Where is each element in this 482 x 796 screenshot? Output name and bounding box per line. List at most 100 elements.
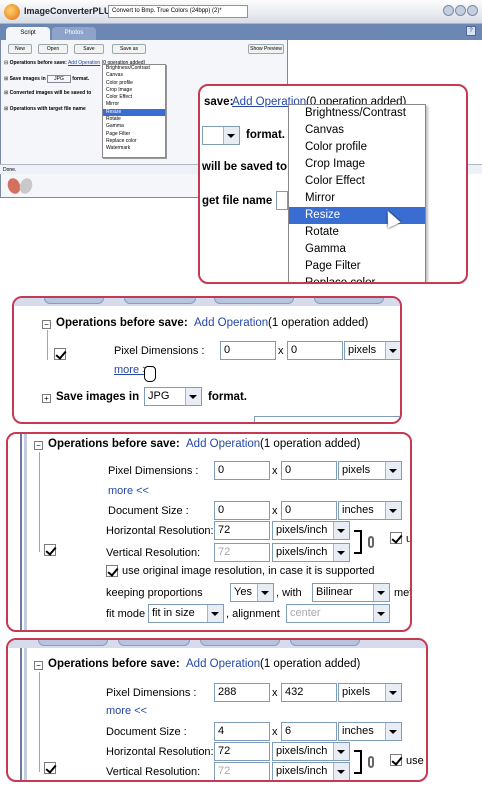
pixel-width-input[interactable]: 0 [214,461,270,480]
pixel-unit-select[interactable]: pixels [344,341,400,360]
pixel-width-input[interactable]: 0 [220,341,276,360]
hres-label: Horizontal Resolution: [106,525,214,537]
operation-enable-checkbox[interactable] [44,544,56,556]
mini-menu-item[interactable]: Gamma [103,123,165,130]
add-operation-link[interactable]: Add Operation [186,658,260,670]
pixel-height-input[interactable]: 432 [281,683,337,702]
mini-target-row: ⊞ Operations with target file name [4,106,86,112]
doc-unit-select[interactable]: inches [338,501,402,520]
pixel-unit-value: pixels [348,344,377,356]
add-operation-link[interactable]: Add Operation [194,317,268,329]
menu-item[interactable]: Color Effect [289,173,425,190]
hres-unit-select[interactable]: pixels/inch [272,521,350,540]
pixel-height-input[interactable]: 0 [287,341,343,360]
menu-item[interactable]: Crop Image [289,156,425,173]
keep-prop-label: keeping proportions [106,587,203,599]
vres-unit-select[interactable]: pixels/inch [272,762,350,780]
x-label: x [272,726,278,738]
mini-menu-item[interactable]: Page Filter [103,131,165,138]
menu-item[interactable]: Page Filter [289,258,425,275]
mini-menu-item[interactable]: Color Effect [103,94,165,101]
add-operation-link[interactable]: Add Operation [186,438,260,450]
menu-item[interactable]: Canvas [289,122,425,139]
doc-width-input[interactable]: 4 [214,722,270,741]
mini-menu-item[interactable]: Watermark [103,145,165,152]
doc-height-input[interactable]: 6 [281,722,337,741]
pixel-width-input[interactable]: 288 [214,683,270,702]
collapse-icon[interactable]: − [42,320,51,329]
hres-input[interactable]: 72 [214,742,270,761]
callout-collapsed: − Operations before save: Add Operation … [12,296,402,424]
pixel-unit-select[interactable]: pixels [338,683,402,702]
doc-unit-value: inches [342,504,374,516]
mini-add-operation-link[interactable]: Add Operation [68,60,100,66]
help-icon[interactable]: ? [466,26,476,36]
maximize-icon[interactable] [455,5,466,16]
collapse-icon[interactable]: − [34,441,43,450]
use-checkbox[interactable] [390,754,402,766]
mini-format-select[interactable]: JPG [47,75,71,83]
mini-menu-item[interactable]: Rotate [103,116,165,123]
menu-item[interactable]: Mirror [289,190,425,207]
method-select[interactable]: Bilinear [312,583,390,602]
collapse-icon[interactable]: − [34,661,43,670]
new-button[interactable]: New [8,44,32,54]
menu-item[interactable]: Replace color [289,275,425,282]
doc-unit-select[interactable]: inches [338,722,402,741]
mini-menu-item[interactable]: Color profile [103,80,165,87]
mini-menu-item[interactable]: Crop Image [103,87,165,94]
save-as-button[interactable]: Save as [112,44,146,54]
tab-script[interactable]: Script [6,27,50,40]
doc-width-input[interactable]: 0 [214,501,270,520]
mini-menu-item[interactable]: Mirror [103,101,165,108]
x-label: x [272,465,278,477]
vres-input[interactable]: 72 [214,543,270,562]
use-original-checkbox[interactable] [106,565,118,577]
menu-item[interactable]: Gamma [289,241,425,258]
vres-unit-select[interactable]: pixels/inch [272,543,350,562]
convert-select[interactable]: Convert to Bmp. True Colors (24bpp) (2)* [108,5,248,18]
mini-menu-item[interactable]: Brightness/Contrast [103,65,165,72]
menu-item-resize[interactable]: Resize [289,207,425,224]
save-button[interactable]: Save [74,44,104,54]
target-input[interactable] [276,191,288,210]
expand-icon[interactable]: + [42,394,51,403]
mini-menu-item-resize[interactable]: Resize [103,108,165,117]
tab-photos[interactable]: Photos [52,27,96,40]
format-select[interactable] [202,126,240,145]
format-suffix: format. [246,129,285,141]
pixel-unit-value: pixels [342,464,371,476]
hres-unit-value: pixels/inch [276,745,328,757]
menu-item[interactable]: Brightness/Contrast [289,105,425,122]
doc-height-input[interactable]: 0 [281,501,337,520]
more-link[interactable]: more << [106,705,147,717]
mini-menu-item[interactable]: Replace color [103,138,165,145]
link-bracket [354,530,362,554]
title-bar: ImageConverterPLUS Convert to Bmp. True … [0,0,482,24]
pixel-unit-value: pixels [342,686,371,698]
hres-unit-select[interactable]: pixels/inch [272,742,350,761]
x-label: x [272,687,278,699]
operation-enable-checkbox[interactable] [54,348,66,360]
more-link[interactable]: more << [108,485,149,497]
alignment-select[interactable]: center [286,604,390,623]
show-preview-button[interactable]: Show Preview [248,44,284,54]
operation-enable-checkbox[interactable] [44,762,56,774]
format-select[interactable]: JPG [144,387,202,406]
menu-item[interactable]: Rotate [289,224,425,241]
pixel-height-input[interactable]: 0 [281,461,337,480]
open-button[interactable]: Open [38,44,68,54]
use-checkbox[interactable] [390,532,402,544]
close-icon[interactable] [467,5,478,16]
hres-input[interactable]: 72 [214,521,270,540]
pixel-unit-select[interactable]: pixels [338,461,402,480]
mini-menu-item[interactable]: Canvas [103,72,165,79]
hres-label: Horizontal Resolution: [106,746,214,758]
saved-to-label: will be saved to [202,161,287,173]
menu-item[interactable]: Color profile [289,139,425,156]
fit-mode-select[interactable]: fit in size [148,604,224,623]
partial-input[interactable] [254,416,400,422]
vres-input[interactable]: 72 [214,762,270,780]
minimize-icon[interactable] [443,5,454,16]
keep-prop-select[interactable]: Yes [230,583,274,602]
